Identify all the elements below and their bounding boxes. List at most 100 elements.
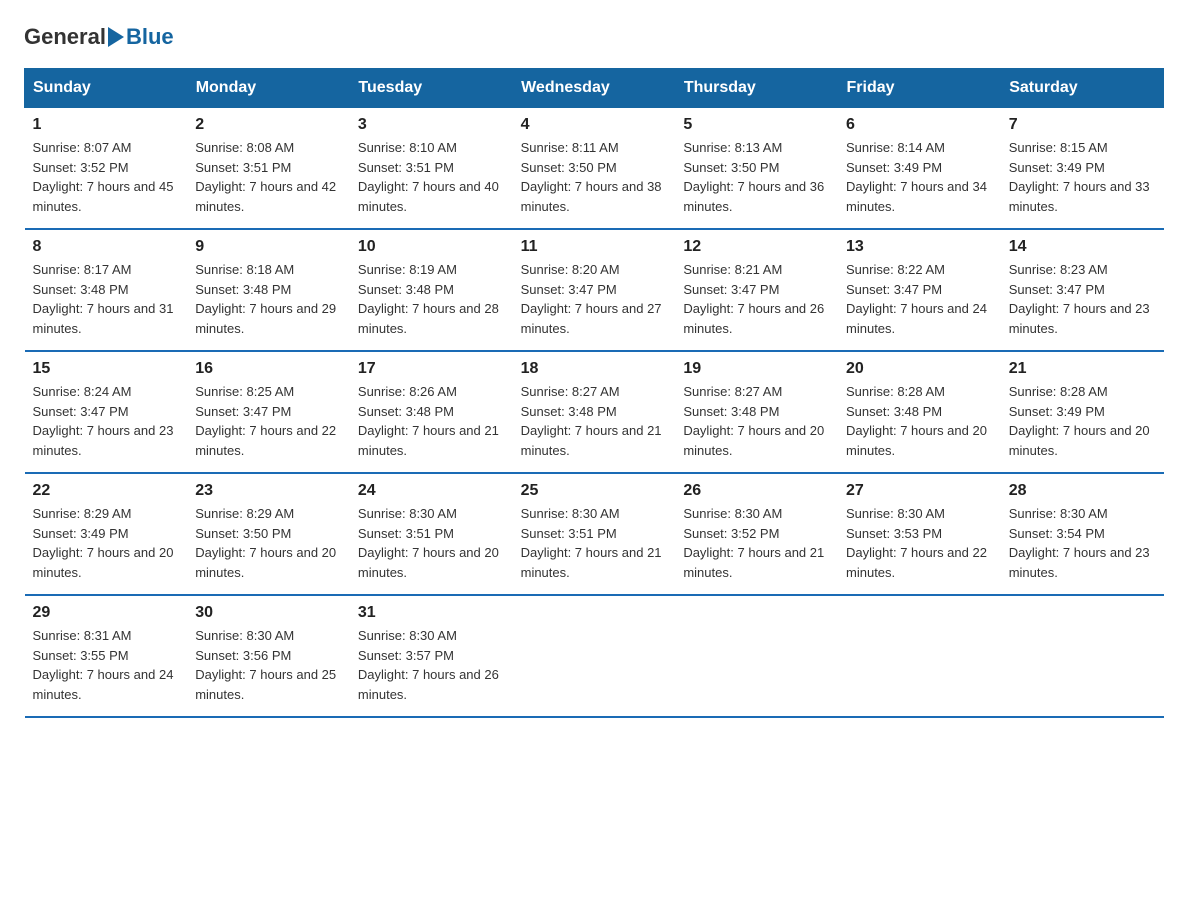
day-number: 26 [683, 482, 830, 500]
day-cell-24: 24 Sunrise: 8:30 AM Sunset: 3:51 PM Dayl… [350, 473, 513, 595]
weekday-header-friday: Friday [838, 69, 1001, 108]
weekday-header-wednesday: Wednesday [513, 69, 676, 108]
day-number: 12 [683, 238, 830, 256]
day-info: Sunrise: 8:30 AM Sunset: 3:51 PM Dayligh… [521, 504, 668, 582]
day-number: 17 [358, 360, 505, 378]
day-info: Sunrise: 8:30 AM Sunset: 3:57 PM Dayligh… [358, 626, 505, 704]
day-cell-5: 5 Sunrise: 8:13 AM Sunset: 3:50 PM Dayli… [675, 108, 838, 230]
day-info: Sunrise: 8:30 AM Sunset: 3:51 PM Dayligh… [358, 504, 505, 582]
day-number: 16 [195, 360, 342, 378]
day-number: 31 [358, 604, 505, 622]
weekday-header-tuesday: Tuesday [350, 69, 513, 108]
day-cell-29: 29 Sunrise: 8:31 AM Sunset: 3:55 PM Dayl… [25, 595, 188, 717]
day-number: 9 [195, 238, 342, 256]
day-number: 5 [683, 116, 830, 134]
day-cell-6: 6 Sunrise: 8:14 AM Sunset: 3:49 PM Dayli… [838, 108, 1001, 230]
calendar-week-row: 8 Sunrise: 8:17 AM Sunset: 3:48 PM Dayli… [25, 229, 1164, 351]
day-info: Sunrise: 8:18 AM Sunset: 3:48 PM Dayligh… [195, 260, 342, 338]
day-cell-26: 26 Sunrise: 8:30 AM Sunset: 3:52 PM Dayl… [675, 473, 838, 595]
logo-general-text: General [24, 24, 106, 50]
day-info: Sunrise: 8:28 AM Sunset: 3:48 PM Dayligh… [846, 382, 993, 460]
calendar-week-row: 15 Sunrise: 8:24 AM Sunset: 3:47 PM Dayl… [25, 351, 1164, 473]
day-cell-1: 1 Sunrise: 8:07 AM Sunset: 3:52 PM Dayli… [25, 108, 188, 230]
day-cell-12: 12 Sunrise: 8:21 AM Sunset: 3:47 PM Dayl… [675, 229, 838, 351]
day-info: Sunrise: 8:14 AM Sunset: 3:49 PM Dayligh… [846, 138, 993, 216]
day-cell-4: 4 Sunrise: 8:11 AM Sunset: 3:50 PM Dayli… [513, 108, 676, 230]
day-number: 23 [195, 482, 342, 500]
day-info: Sunrise: 8:22 AM Sunset: 3:47 PM Dayligh… [846, 260, 993, 338]
day-number: 4 [521, 116, 668, 134]
day-info: Sunrise: 8:30 AM Sunset: 3:56 PM Dayligh… [195, 626, 342, 704]
day-cell-9: 9 Sunrise: 8:18 AM Sunset: 3:48 PM Dayli… [187, 229, 350, 351]
day-cell-18: 18 Sunrise: 8:27 AM Sunset: 3:48 PM Dayl… [513, 351, 676, 473]
day-cell-30: 30 Sunrise: 8:30 AM Sunset: 3:56 PM Dayl… [187, 595, 350, 717]
day-cell-21: 21 Sunrise: 8:28 AM Sunset: 3:49 PM Dayl… [1001, 351, 1164, 473]
page-header: General Blue [24, 24, 1164, 50]
day-cell-20: 20 Sunrise: 8:28 AM Sunset: 3:48 PM Dayl… [838, 351, 1001, 473]
day-number: 30 [195, 604, 342, 622]
day-info: Sunrise: 8:30 AM Sunset: 3:54 PM Dayligh… [1009, 504, 1156, 582]
day-info: Sunrise: 8:25 AM Sunset: 3:47 PM Dayligh… [195, 382, 342, 460]
day-number: 3 [358, 116, 505, 134]
day-cell-23: 23 Sunrise: 8:29 AM Sunset: 3:50 PM Dayl… [187, 473, 350, 595]
day-number: 22 [33, 482, 180, 500]
day-info: Sunrise: 8:08 AM Sunset: 3:51 PM Dayligh… [195, 138, 342, 216]
logo-arrow-icon [108, 27, 124, 47]
day-number: 6 [846, 116, 993, 134]
day-cell-25: 25 Sunrise: 8:30 AM Sunset: 3:51 PM Dayl… [513, 473, 676, 595]
day-number: 19 [683, 360, 830, 378]
empty-day-cell [675, 595, 838, 717]
logo-blue-text: Blue [126, 24, 174, 50]
day-cell-15: 15 Sunrise: 8:24 AM Sunset: 3:47 PM Dayl… [25, 351, 188, 473]
day-number: 2 [195, 116, 342, 134]
day-cell-31: 31 Sunrise: 8:30 AM Sunset: 3:57 PM Dayl… [350, 595, 513, 717]
day-cell-28: 28 Sunrise: 8:30 AM Sunset: 3:54 PM Dayl… [1001, 473, 1164, 595]
day-info: Sunrise: 8:17 AM Sunset: 3:48 PM Dayligh… [33, 260, 180, 338]
day-cell-27: 27 Sunrise: 8:30 AM Sunset: 3:53 PM Dayl… [838, 473, 1001, 595]
day-number: 18 [521, 360, 668, 378]
calendar-header-row: SundayMondayTuesdayWednesdayThursdayFrid… [25, 69, 1164, 108]
day-number: 21 [1009, 360, 1156, 378]
day-number: 7 [1009, 116, 1156, 134]
day-info: Sunrise: 8:30 AM Sunset: 3:52 PM Dayligh… [683, 504, 830, 582]
logo: General Blue [24, 24, 174, 50]
day-info: Sunrise: 8:20 AM Sunset: 3:47 PM Dayligh… [521, 260, 668, 338]
calendar-week-row: 1 Sunrise: 8:07 AM Sunset: 3:52 PM Dayli… [25, 108, 1164, 230]
day-cell-2: 2 Sunrise: 8:08 AM Sunset: 3:51 PM Dayli… [187, 108, 350, 230]
day-info: Sunrise: 8:19 AM Sunset: 3:48 PM Dayligh… [358, 260, 505, 338]
day-info: Sunrise: 8:26 AM Sunset: 3:48 PM Dayligh… [358, 382, 505, 460]
day-cell-8: 8 Sunrise: 8:17 AM Sunset: 3:48 PM Dayli… [25, 229, 188, 351]
calendar-week-row: 29 Sunrise: 8:31 AM Sunset: 3:55 PM Dayl… [25, 595, 1164, 717]
day-number: 11 [521, 238, 668, 256]
day-number: 27 [846, 482, 993, 500]
day-number: 28 [1009, 482, 1156, 500]
day-info: Sunrise: 8:27 AM Sunset: 3:48 PM Dayligh… [683, 382, 830, 460]
day-number: 13 [846, 238, 993, 256]
day-info: Sunrise: 8:13 AM Sunset: 3:50 PM Dayligh… [683, 138, 830, 216]
day-number: 14 [1009, 238, 1156, 256]
day-number: 24 [358, 482, 505, 500]
calendar-table: SundayMondayTuesdayWednesdayThursdayFrid… [24, 68, 1164, 718]
day-cell-7: 7 Sunrise: 8:15 AM Sunset: 3:49 PM Dayli… [1001, 108, 1164, 230]
empty-day-cell [1001, 595, 1164, 717]
day-cell-16: 16 Sunrise: 8:25 AM Sunset: 3:47 PM Dayl… [187, 351, 350, 473]
day-info: Sunrise: 8:28 AM Sunset: 3:49 PM Dayligh… [1009, 382, 1156, 460]
day-number: 20 [846, 360, 993, 378]
day-cell-11: 11 Sunrise: 8:20 AM Sunset: 3:47 PM Dayl… [513, 229, 676, 351]
day-info: Sunrise: 8:31 AM Sunset: 3:55 PM Dayligh… [33, 626, 180, 704]
day-info: Sunrise: 8:27 AM Sunset: 3:48 PM Dayligh… [521, 382, 668, 460]
day-info: Sunrise: 8:07 AM Sunset: 3:52 PM Dayligh… [33, 138, 180, 216]
day-number: 10 [358, 238, 505, 256]
day-cell-14: 14 Sunrise: 8:23 AM Sunset: 3:47 PM Dayl… [1001, 229, 1164, 351]
day-info: Sunrise: 8:15 AM Sunset: 3:49 PM Dayligh… [1009, 138, 1156, 216]
day-info: Sunrise: 8:11 AM Sunset: 3:50 PM Dayligh… [521, 138, 668, 216]
day-info: Sunrise: 8:21 AM Sunset: 3:47 PM Dayligh… [683, 260, 830, 338]
day-number: 29 [33, 604, 180, 622]
day-cell-13: 13 Sunrise: 8:22 AM Sunset: 3:47 PM Dayl… [838, 229, 1001, 351]
empty-day-cell [513, 595, 676, 717]
day-cell-22: 22 Sunrise: 8:29 AM Sunset: 3:49 PM Dayl… [25, 473, 188, 595]
day-cell-3: 3 Sunrise: 8:10 AM Sunset: 3:51 PM Dayli… [350, 108, 513, 230]
day-number: 8 [33, 238, 180, 256]
day-number: 15 [33, 360, 180, 378]
weekday-header-monday: Monday [187, 69, 350, 108]
